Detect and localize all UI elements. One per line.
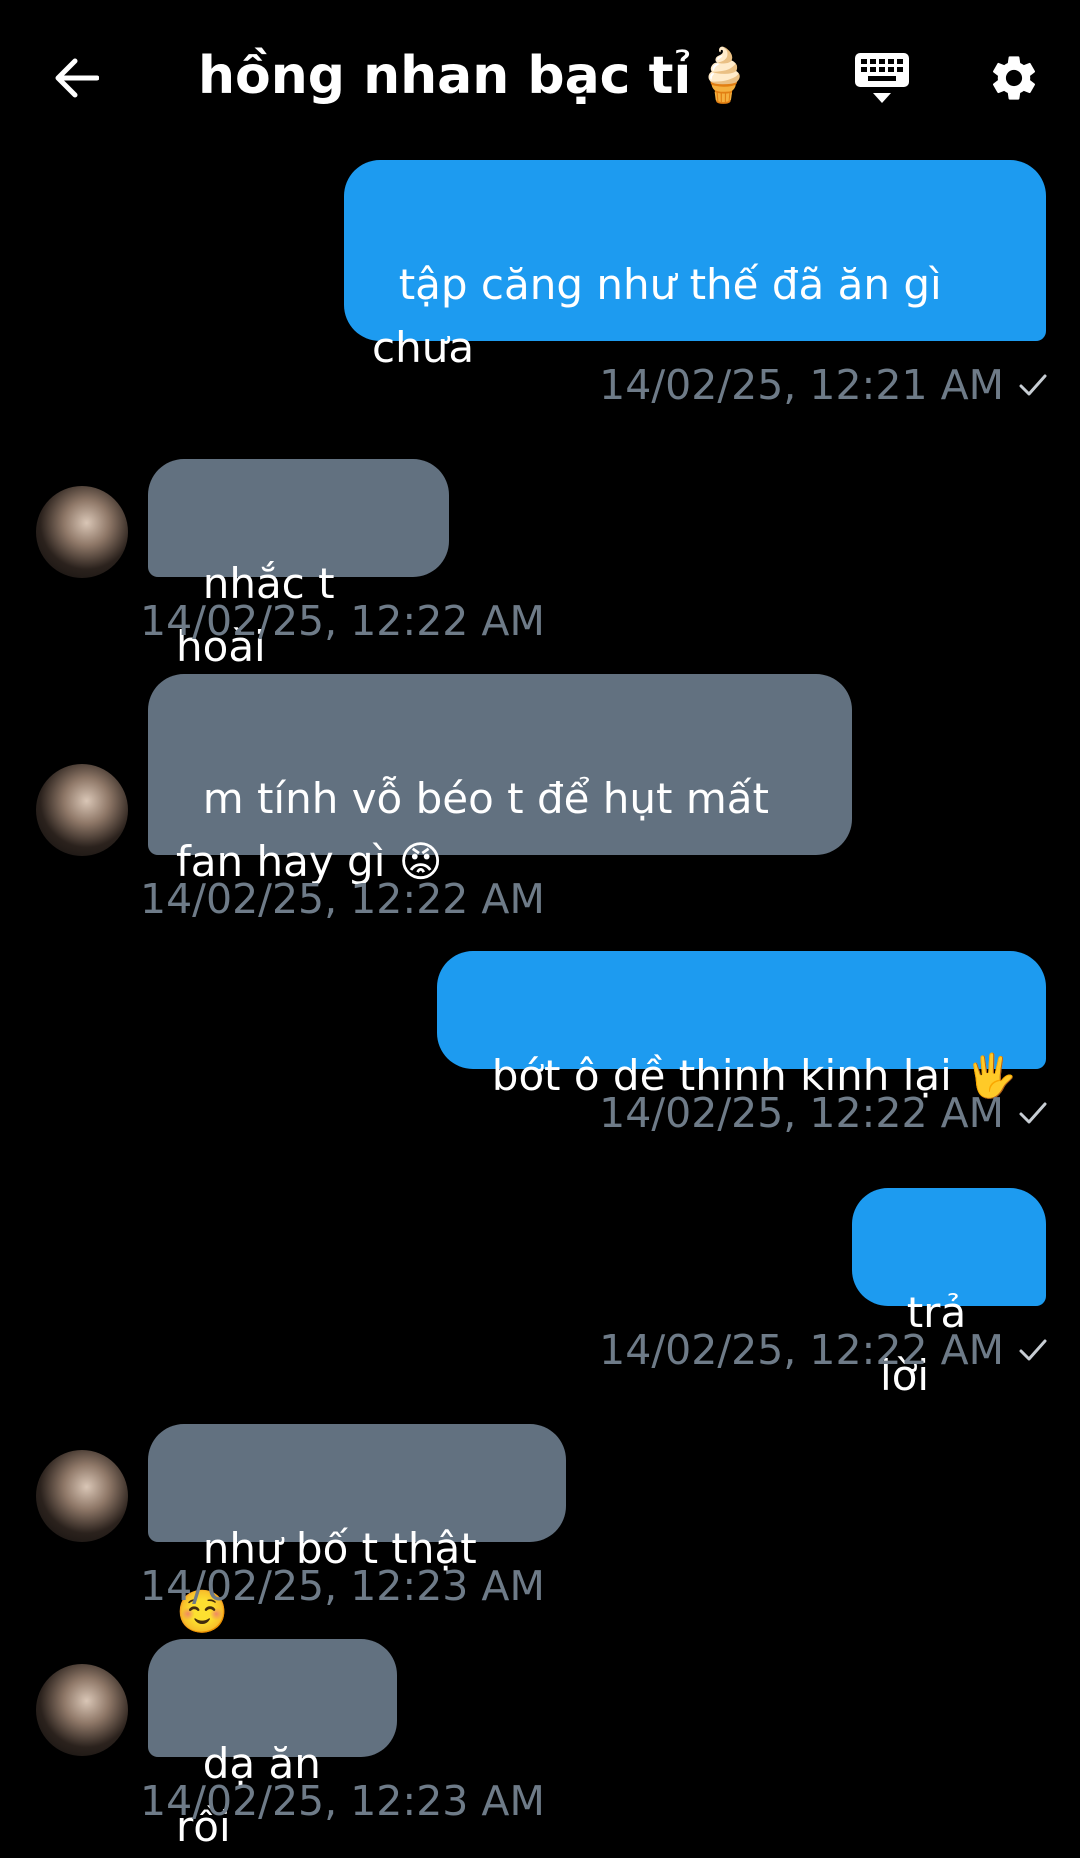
- avatar[interactable]: [36, 764, 128, 856]
- avatar[interactable]: [36, 486, 128, 578]
- read-check-icon: [1018, 1099, 1048, 1127]
- chat-header: hồng nhan bạc tỉ🍦: [0, 0, 1080, 150]
- back-button[interactable]: [48, 50, 104, 106]
- message-timestamp: 14/02/25, 12:22 AM: [599, 1325, 1048, 1375]
- message-bubble-sent[interactable]: tập căng như thế đã ăn gì chưa: [344, 160, 1046, 372]
- avatar[interactable]: [36, 1664, 128, 1756]
- message-bubble-sent[interactable]: bớt ô dề thinh kinh lại 🖐️: [437, 951, 1046, 1100]
- message-timestamp: 14/02/25, 12:22 AM: [140, 875, 545, 923]
- read-check-icon: [1018, 1336, 1048, 1364]
- keyboard-button[interactable]: [852, 48, 912, 108]
- message-bubble-received[interactable]: nhắc t hoài: [148, 459, 449, 671]
- message-timestamp: 14/02/25, 12:21 AM: [599, 360, 1048, 410]
- settings-button[interactable]: [984, 48, 1044, 108]
- read-check-icon: [1018, 371, 1048, 399]
- message-text: tập căng như thế đã ăn gì chưa: [372, 260, 956, 372]
- avatar[interactable]: [36, 1450, 128, 1542]
- message-bubble-received[interactable]: như bố t thật ☺️: [148, 1424, 566, 1636]
- keyboard-icon: [855, 53, 909, 103]
- message-text: m tính vỗ béo t để hụt mất fan hay gì 😡: [176, 774, 783, 886]
- arrow-left-icon: [55, 58, 99, 98]
- gear-icon: [992, 56, 1036, 100]
- message-bubble-received[interactable]: dạ ăn rồi: [148, 1639, 397, 1851]
- message-timestamp: 14/02/25, 12:23 AM: [140, 1562, 545, 1610]
- conversation-title: hồng nhan bạc tỉ🍦: [198, 46, 757, 106]
- message-timestamp: 14/02/25, 12:23 AM: [140, 1777, 545, 1825]
- message-bubble-received[interactable]: m tính vỗ béo t để hụt mất fan hay gì 😡: [148, 674, 852, 886]
- message-timestamp: 14/02/25, 12:22 AM: [140, 597, 545, 645]
- message-timestamp: 14/02/25, 12:22 AM: [599, 1088, 1048, 1138]
- message-bubble-sent[interactable]: trả lời: [852, 1188, 1046, 1400]
